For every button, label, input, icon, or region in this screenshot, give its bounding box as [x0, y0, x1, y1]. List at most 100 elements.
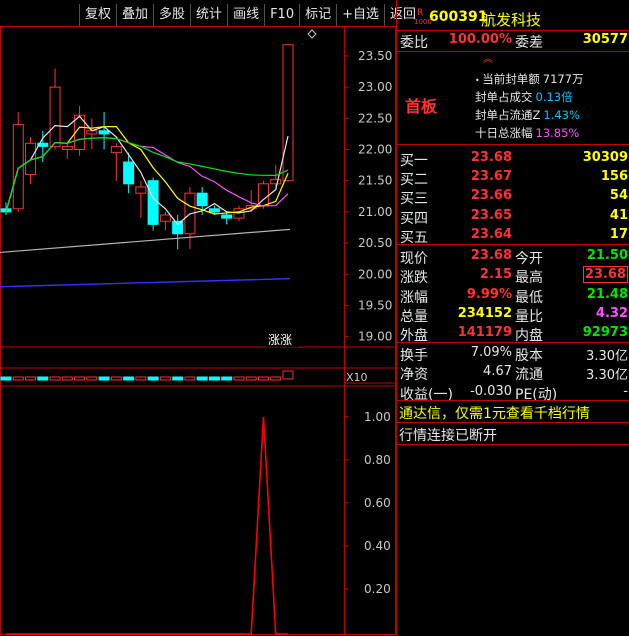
toolbar-button-3[interactable]: 统计: [190, 4, 227, 26]
y-tick-label: 23.50: [358, 49, 392, 63]
toolbar-button-6[interactable]: 标记: [299, 4, 336, 26]
bid-row-price: 23.68: [470, 150, 512, 165]
volume-bar: [25, 376, 37, 381]
quote-row-v2: 4.32: [595, 305, 628, 321]
volume-bar: [0, 376, 12, 381]
kline-chart[interactable]: 23.50 23.00 22.50 22.00 21.50 21.00 20.50 20.00…: [0, 26, 396, 636]
toolbar-button-5[interactable]: F10: [264, 4, 299, 26]
fund-row-v1: 4.67: [483, 364, 512, 380]
y-tick-label: 21.50: [358, 174, 392, 188]
quote-row: 外盘 141179 内盘 92973: [397, 324, 629, 344]
bid-row-price: 23.65: [470, 207, 512, 223]
ma10-line: [5, 126, 289, 215]
candle-body: [208, 208, 220, 213]
toolbar-button-0[interactable]: 复权: [79, 4, 116, 26]
bid-row-price: 23.67: [470, 169, 512, 185]
bid-row-label: 买一: [400, 153, 428, 169]
y-tick-label: 0.20: [364, 582, 391, 596]
fund-row: 收益(一) -0.030 PE(动) -: [397, 383, 629, 403]
indicator-line: [6, 416, 288, 635]
volume-bar: [208, 376, 220, 381]
volume-bar: [61, 376, 73, 381]
candle-body: [270, 178, 282, 185]
y-tick-label: 0.80: [364, 453, 391, 467]
bid-row: 买四 23.65 41: [397, 207, 629, 227]
candle-body: [123, 161, 135, 185]
volume-bar: [282, 370, 294, 380]
collapse-icon[interactable]: ︽: [483, 50, 493, 65]
y-tick-label: 20.50: [358, 236, 392, 250]
fund-row: 换手 7.09% 股本 3.30亿: [397, 344, 629, 364]
volume-bar: [147, 376, 159, 381]
quote-row-l2: 今开: [515, 251, 543, 267]
y-tick-label: 0.40: [364, 539, 391, 553]
volume-bar: [74, 376, 86, 381]
volume-bar: [123, 376, 135, 381]
bid-row-vol: 30309: [582, 150, 628, 165]
volume-bar: [257, 376, 269, 381]
candle-body: [110, 145, 122, 154]
toolbar-button-1[interactable]: 叠加: [116, 4, 153, 26]
ma250-line: [0, 277, 291, 288]
bid-row-price: 23.64: [470, 226, 512, 242]
seal-line: • 当前封单额 7177万: [475, 71, 584, 87]
volume-bar: [184, 376, 196, 381]
y-tick-label: 22.00: [358, 143, 392, 157]
chart-toolbar: 复权 叠加 多股 统计 画线 F10 标记 +自选 返回: [79, 4, 421, 26]
fund-row: 净资 4.67 流通 3.30亿: [397, 363, 629, 384]
seal-line-label: 封单占流通Z: [475, 108, 541, 122]
bid-row: 买二 23.67 156: [397, 168, 629, 189]
volume-bar: [86, 376, 98, 381]
fund-row-v2: 3.30亿: [586, 349, 628, 364]
quote-row-l1: 涨跌: [400, 270, 428, 287]
y-tick-label: 0.60: [364, 496, 391, 510]
fund-row-v2: -: [623, 383, 628, 399]
rights-badge: R: [417, 8, 424, 18]
bid-row: 买三 23.66 54: [397, 187, 629, 207]
y-tick-label: 20.00: [358, 267, 392, 281]
toolbar-button-2[interactable]: 多股: [153, 4, 190, 26]
fund-row-l1: 净资: [400, 367, 428, 384]
ad-banner[interactable]: 通达信，仅需1元查看千档行情: [399, 403, 590, 423]
fund-row-l2: 股本: [515, 348, 543, 364]
first-board-label: 首板: [405, 97, 438, 116]
volume-bar: [159, 376, 171, 381]
bid-row: 买一 23.68 30309: [397, 149, 629, 169]
fund-row-v1: -0.030: [470, 383, 512, 399]
quote-row: 总量 234152 量比 4.32: [397, 305, 629, 325]
limit-up-annotation: 涨涨: [268, 332, 292, 347]
seal-line: 封单占成交 0.13倍: [475, 89, 573, 105]
quote-row-v2: 21.50: [586, 248, 628, 263]
ma120-line: [0, 228, 291, 254]
quote-row-v2: 21.48: [586, 286, 628, 302]
candle-body: [98, 130, 110, 135]
bid-row-vol: 156: [600, 169, 628, 185]
quote-panel: R 1000 600391 航发科技 委比 100.00% 委差 30577 ︽…: [396, 0, 629, 636]
fund-row-l1: 换手: [400, 348, 428, 364]
y-tick-label: 23.00: [358, 80, 392, 94]
seal-line-label: 当前封单额: [482, 72, 540, 86]
volume-bar: [233, 376, 245, 381]
fund-row-v2: 3.30亿: [586, 368, 628, 384]
weibi-row: 委比 100.00% 委差 30577: [400, 32, 628, 51]
seal-line: 封单占流通Z 1.43%: [475, 107, 580, 123]
bid-row-label: 买二: [400, 172, 428, 189]
toolbar-button-4[interactable]: 画线: [227, 4, 264, 26]
stock-code: 600391: [429, 9, 488, 25]
quote-row-v1: 9.99%: [466, 286, 512, 302]
candle-body: [135, 186, 147, 194]
candle-body: [196, 192, 208, 207]
bid-row: 买五 23.64 17: [397, 226, 629, 246]
seal-line: 十日总涨幅 13.85%: [475, 125, 579, 141]
bid-row-vol: 41: [609, 207, 628, 223]
quote-row-l2: 量比: [515, 308, 543, 325]
seal-line-value: 1.43%: [543, 108, 580, 122]
quote-row-v1: 23.68: [470, 248, 512, 263]
toolbar-button-7[interactable]: +自选: [336, 4, 384, 26]
quote-row: 现价 23.68 今开 21.50: [397, 247, 629, 267]
seal-line-label: 封单占成交: [475, 90, 533, 104]
volume-bar: [221, 376, 233, 381]
volume-bar: [245, 376, 257, 381]
bid-row-vol: 54: [609, 188, 628, 204]
quote-row: 涨幅 9.99% 最低 21.48: [397, 286, 629, 306]
